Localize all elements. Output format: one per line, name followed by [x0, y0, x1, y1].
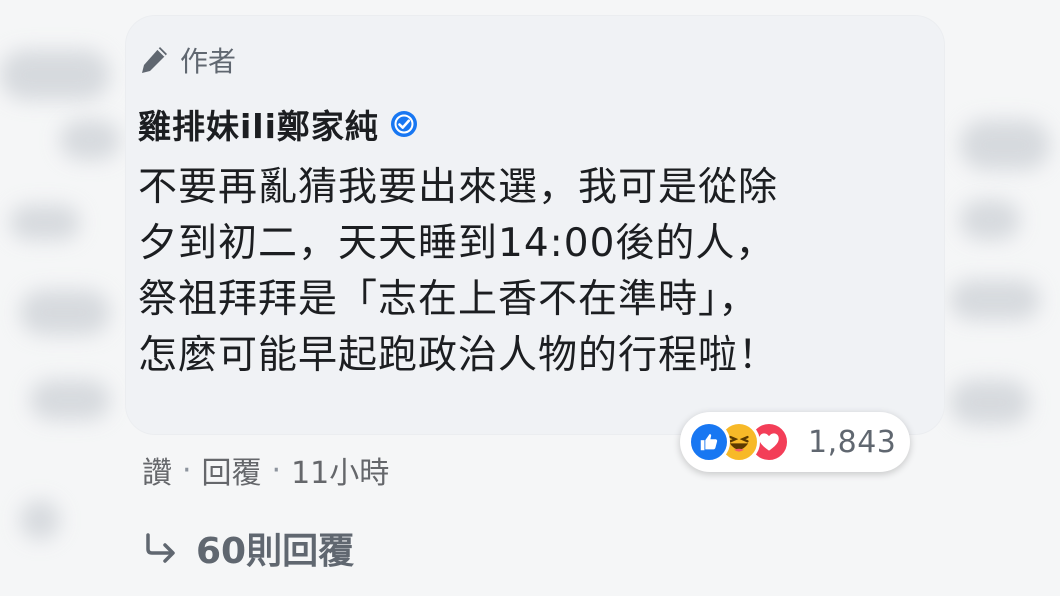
like-icon [688, 421, 730, 463]
author-badge-label: 作者 [180, 45, 237, 78]
comment-text-line: 不要再亂猜我要出來選，我可是從除 [138, 165, 779, 210]
reaction-icons [688, 421, 790, 463]
blurred-background-element [0, 50, 110, 100]
separator-dot: · [271, 452, 282, 488]
comment-text-line: 夕到初二，天天睡到14:00後的人， [138, 221, 776, 266]
verified-badge-icon [389, 109, 419, 139]
reply-arrow-icon [142, 529, 180, 567]
commenter-name[interactable]: 雞排妹ili鄭家純 [138, 100, 379, 148]
blurred-background-element [20, 290, 110, 335]
blurred-background-element [10, 205, 80, 240]
timestamp[interactable]: 11小時 [291, 448, 389, 492]
comment-text-line: 怎麼可能早起跑政治人物的行程啦！ [138, 333, 779, 378]
blurred-background-element [60, 120, 120, 160]
reaction-count: 1,843 [808, 424, 897, 460]
reactions-summary[interactable]: 1,843 [680, 412, 911, 472]
screenshot-canvas: 作者 雞排妹ili鄭家純 不要再亂猜我要出來選，我可是從除 夕到初二，天天睡到1… [0, 0, 1060, 596]
blurred-background-element [950, 280, 1040, 320]
comment-text-line: 祭祖拜拜是「志在上香不在準時」， [138, 277, 759, 322]
author-badge: 作者 [138, 40, 236, 80]
blurred-background-element [30, 380, 110, 420]
reply-link[interactable]: 回覆 [202, 448, 262, 492]
blurred-background-element [960, 200, 1020, 240]
comment-text: 不要再亂猜我要出來選，我可是從除 夕到初二，天天睡到14:00後的人， 祭祖拜拜… [138, 160, 928, 384]
view-replies-button[interactable]: 60則回覆 [142, 522, 354, 574]
commenter: 雞排妹ili鄭家純 [138, 100, 419, 148]
view-replies-label: 60則回覆 [196, 531, 355, 572]
blurred-background-element [20, 500, 60, 540]
comment-actions: 讚 · 回覆 · 11小時 [142, 448, 389, 492]
comment: 作者 雞排妹ili鄭家純 不要再亂猜我要出來選，我可是從除 夕到初二，天天睡到1… [120, 10, 950, 590]
separator-dot: · [182, 452, 192, 488]
blurred-background-element [960, 120, 1050, 170]
like-link[interactable]: 讚 [142, 448, 172, 492]
blurred-background-element [950, 380, 1030, 425]
pencil-icon [138, 44, 170, 76]
